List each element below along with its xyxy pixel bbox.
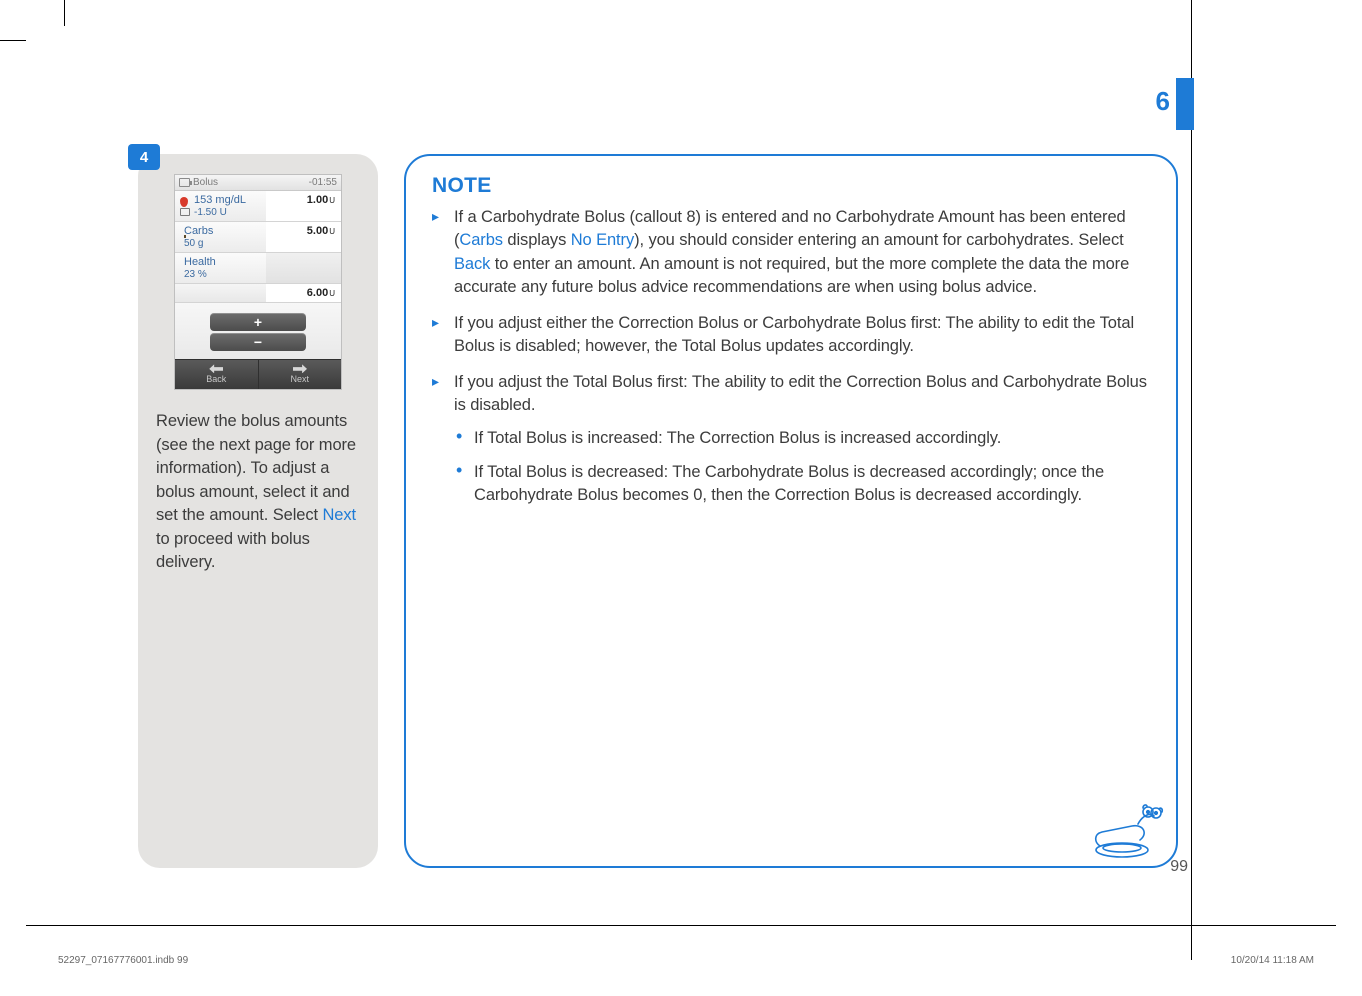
note-item: If you adjust the Total Bolus first: The… [432, 371, 1150, 508]
step-panel: 4 Bolus -01:55 153 mg/dL-1.50 U1.00UCarb… [138, 154, 378, 868]
content-columns: 4 Bolus -01:55 153 mg/dL-1.50 U1.00UCarb… [138, 154, 1178, 868]
device-screenshot: Bolus -01:55 153 mg/dL-1.50 U1.00UCarbs5… [174, 174, 342, 390]
device-titlebar: Bolus -01:55 [175, 175, 341, 191]
back-button[interactable]: Back [175, 360, 258, 389]
device-row-value [266, 253, 341, 283]
minus-button[interactable]: − [210, 333, 306, 351]
crop-mark [64, 0, 65, 26]
imprint-left: 52297_07167776001.indb 99 [58, 955, 188, 966]
device-total-value: 6.00U [266, 284, 341, 302]
device-row-value[interactable]: 1.00U [266, 191, 341, 221]
device-footer: Back Next [175, 359, 341, 389]
chapter-number: 6 [1156, 86, 1170, 117]
device-row: Health23 % [175, 252, 341, 283]
note-sublist: If Total Bolus is increased: The Correct… [454, 427, 1150, 507]
note-item: If you adjust either the Correction Bolu… [432, 312, 1150, 359]
device-total-label [175, 284, 266, 302]
next-button[interactable]: Next [258, 360, 342, 389]
device-row-label: 153 mg/dL-1.50 U [175, 191, 266, 221]
device-stepper: + − [175, 302, 341, 359]
device-total-row: 6.00U [175, 283, 341, 302]
device-timer: -01:55 [309, 177, 337, 188]
device-row-value[interactable]: 5.00U [266, 222, 341, 252]
note-subitem: If Total Bolus is decreased: The Carbohy… [454, 461, 1150, 508]
step-caption: Review the bolus amounts (see the next p… [156, 410, 360, 574]
device-row: 153 mg/dL-1.50 U1.00U [175, 191, 341, 221]
chapter-tab [1176, 78, 1194, 130]
note-box: NOTE If a Carbohydrate Bolus (callout 8)… [404, 154, 1178, 868]
crop-mark [26, 925, 1336, 926]
crop-mark [0, 40, 26, 41]
next-label: Next [290, 374, 309, 384]
device-title: Bolus [193, 177, 218, 188]
page-body: 6 99 4 Bolus -01:55 153 mg/dL-1.50 U1.00… [78, 58, 1178, 878]
back-label: Back [206, 374, 226, 384]
next-link: Next [322, 506, 356, 524]
inline-link: Carbs [459, 231, 503, 249]
inline-link: Back [454, 255, 490, 273]
plus-button[interactable]: + [210, 313, 306, 331]
crop-mark [1191, 0, 1192, 960]
note-title: NOTE [432, 174, 1150, 198]
arrow-right-icon [293, 364, 307, 373]
note-list: If a Carbohydrate Bolus (callout 8) is e… [432, 206, 1150, 508]
pump-icon [179, 178, 190, 187]
note-column: NOTE If a Carbohydrate Bolus (callout 8)… [404, 154, 1178, 868]
note-subitem: If Total Bolus is increased: The Correct… [454, 427, 1150, 450]
mascot-illustration [1088, 804, 1166, 860]
step-number-badge: 4 [128, 144, 160, 170]
device-row-label: Carbs50 g [175, 222, 266, 252]
note-item: If a Carbohydrate Bolus (callout 8) is e… [432, 206, 1150, 300]
device-row: Carbs50 g5.00U [175, 221, 341, 252]
device-row-label: Health23 % [175, 253, 266, 283]
imprint-right: 10/20/14 11:18 AM [1231, 955, 1314, 966]
blood-drop-icon [180, 197, 190, 216]
inline-link: No Entry [571, 231, 634, 249]
arrow-left-icon [209, 364, 223, 373]
